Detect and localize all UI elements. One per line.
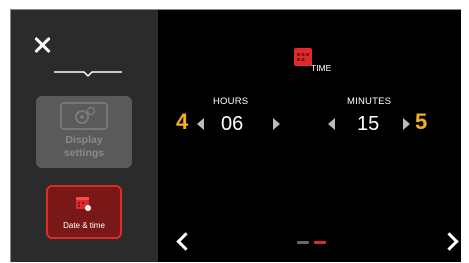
minutes-label: MINUTES [347, 96, 392, 107]
minutes-step-badge: 5 [415, 109, 428, 134]
calendar-icon [76, 197, 91, 211]
sidebar: Display settings Date & time [11, 10, 158, 262]
close-icon[interactable] [33, 36, 51, 54]
next-page-button[interactable] [440, 232, 459, 251]
date-time-button[interactable]: Date & time [46, 185, 122, 239]
chevron-divider-icon [54, 71, 122, 78]
hours-step-badge: 4 [176, 109, 189, 134]
page-indicator-1 [297, 241, 309, 244]
page-indicator-2 [314, 241, 326, 244]
hours-increase-button[interactable] [273, 118, 280, 130]
display-settings-button[interactable]: Display settings [36, 96, 132, 168]
minutes-increase-button[interactable] [403, 118, 410, 130]
gear-icon [60, 102, 108, 130]
page-title: TIME [311, 63, 332, 73]
previous-page-button[interactable] [176, 232, 195, 251]
date-time-label: Date & time [63, 221, 105, 230]
display-settings-label: Display settings [63, 134, 105, 159]
hours-decrease-button[interactable] [197, 118, 204, 130]
minutes-decrease-button[interactable] [328, 118, 335, 130]
hours-value: 06 [221, 113, 244, 135]
hours-label: HOURS [213, 96, 249, 107]
minutes-value: 15 [357, 113, 380, 135]
device-screen: Display settings Date & time TIME HOURS … [10, 9, 461, 262]
calendar-icon [294, 48, 312, 66]
